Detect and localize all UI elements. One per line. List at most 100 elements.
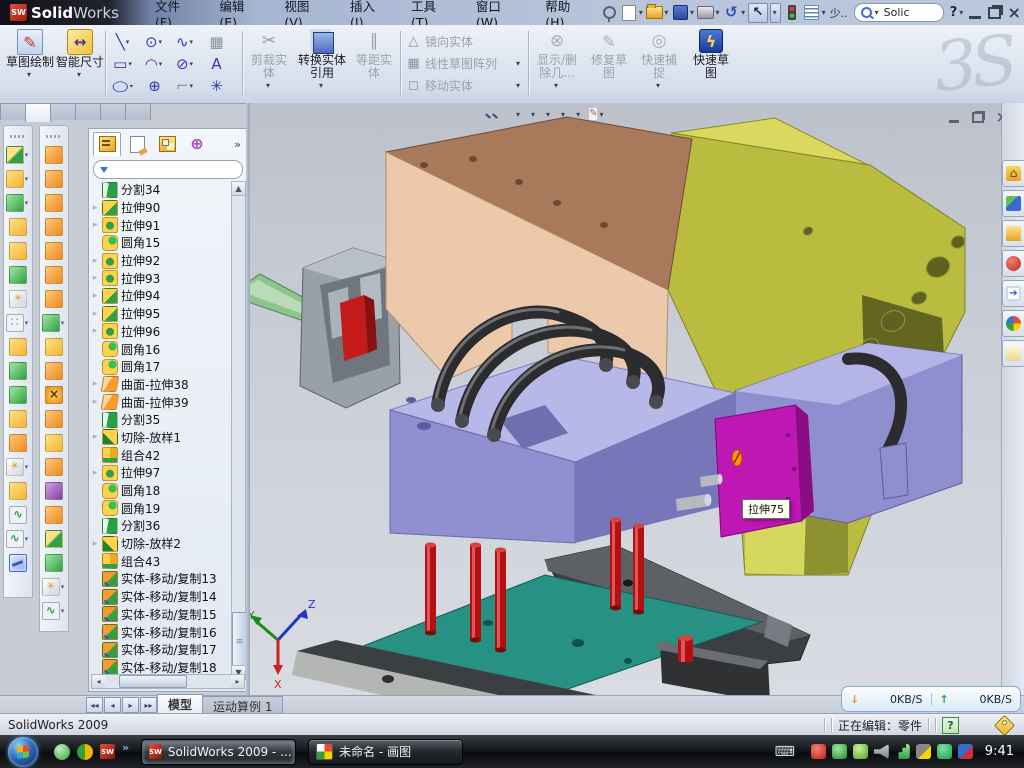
view-tool-button[interactable]: ▾ bbox=[574, 110, 582, 119]
rapid-sketch-button[interactable]: 快速草图 bbox=[688, 29, 734, 80]
feature-tree-item[interactable]: 拉伸91 bbox=[91, 216, 231, 234]
tray-icon[interactable] bbox=[853, 744, 868, 759]
tray-icon[interactable] bbox=[874, 744, 889, 759]
expand-arrow-icon[interactable] bbox=[91, 432, 99, 442]
ribbon-tab[interactable] bbox=[50, 103, 76, 120]
feature-tree-item[interactable]: 拉伸90 bbox=[91, 199, 231, 217]
quick-snaps-button[interactable]: 快速捕捉▾ bbox=[636, 29, 682, 90]
task-pane-tab[interactable] bbox=[1002, 250, 1024, 277]
options-list-icon[interactable] bbox=[803, 4, 821, 22]
convert-entities-button[interactable]: 转换实体引用▾ bbox=[296, 29, 348, 90]
messenger-icon[interactable] bbox=[54, 744, 70, 760]
task-pane-tab[interactable] bbox=[1002, 220, 1024, 247]
mold-toolbar-button[interactable] bbox=[45, 337, 63, 356]
feature-toolbar-button[interactable] bbox=[9, 553, 27, 572]
print-icon[interactable] bbox=[697, 4, 715, 22]
text-tool[interactable]: A bbox=[201, 53, 232, 75]
mold-toolbar-button[interactable] bbox=[45, 481, 63, 500]
ellipse-tool[interactable]: ⊘▾ bbox=[170, 53, 201, 75]
input-method-icon[interactable]: ⌨ bbox=[775, 744, 795, 760]
expand-arrow-icon[interactable] bbox=[91, 256, 99, 266]
feature-toolbar-button[interactable] bbox=[9, 409, 27, 428]
tree-horizontal-scrollbar[interactable]: ◂ ▸ bbox=[91, 674, 245, 689]
view-tool-button[interactable]: ▾ bbox=[544, 110, 552, 119]
tab-configuration-manager[interactable] bbox=[153, 132, 181, 156]
feature-tree-item[interactable]: 圆角16 bbox=[91, 340, 231, 358]
taskbar-window-solidworks[interactable]: SW SolidWorks 2009 - ... bbox=[141, 739, 296, 765]
mirror-entities-button[interactable]: △镜向实体 bbox=[406, 31, 522, 51]
scroll-left-arrow[interactable]: ◂ bbox=[92, 675, 105, 688]
ribbon-tab[interactable] bbox=[100, 103, 126, 120]
doc-restore-button[interactable] bbox=[970, 111, 986, 124]
task-pane-tab[interactable] bbox=[1002, 190, 1024, 217]
ribbon-tab[interactable] bbox=[125, 103, 151, 120]
mold-toolbar-button[interactable] bbox=[45, 385, 63, 404]
feature-toolbar-button[interactable] bbox=[9, 385, 27, 404]
feature-toolbar-button[interactable]: ▾ bbox=[6, 457, 31, 476]
feature-tree-item[interactable]: 圆角17 bbox=[91, 358, 231, 376]
network-monitor-widget[interactable]: ↓0KB/S ↑0KB/S bbox=[841, 686, 1021, 712]
mold-toolbar-button[interactable] bbox=[45, 265, 63, 284]
feature-tree-item[interactable]: 拉伸97 bbox=[91, 464, 231, 482]
feature-tree-item[interactable]: 拉伸96 bbox=[91, 323, 231, 341]
feature-toolbar-button[interactable] bbox=[9, 289, 27, 308]
expand-arrow-icon[interactable] bbox=[91, 273, 99, 283]
mold-toolbar-button[interactable] bbox=[45, 409, 63, 428]
move-entities-button[interactable]: ◻移动实体▾ bbox=[406, 75, 522, 95]
feature-tree-item[interactable]: 实体-移动/复制16 bbox=[91, 623, 231, 641]
next-tab-button[interactable]: ▸ bbox=[122, 697, 139, 713]
ribbon-tab[interactable] bbox=[0, 103, 26, 120]
solidworks-quick-launch-icon[interactable]: SW bbox=[100, 744, 115, 759]
tab-property-manager[interactable] bbox=[123, 132, 151, 156]
tree-vertical-scrollbar[interactable]: ▲ ▼ bbox=[231, 181, 246, 680]
taskbar-window-paint[interactable]: 未命名 - 画图 bbox=[308, 739, 463, 765]
circle-tool[interactable]: ⊙▾ bbox=[139, 31, 170, 53]
expand-arrow-icon[interactable] bbox=[91, 539, 99, 549]
start-button[interactable] bbox=[8, 737, 38, 767]
fillet-sketch-tool[interactable]: ⌐▾ bbox=[170, 75, 201, 97]
expand-arrow-icon[interactable] bbox=[91, 397, 99, 407]
rectangle-tool[interactable]: ▭▾ bbox=[108, 53, 139, 75]
open-icon[interactable] bbox=[646, 4, 664, 22]
spline-tool[interactable]: ∿▾ bbox=[170, 31, 201, 53]
mold-toolbar-button[interactable] bbox=[45, 457, 63, 476]
tray-icon[interactable] bbox=[811, 744, 826, 759]
feature-toolbar-button[interactable]: ▾ bbox=[6, 145, 31, 164]
mold-toolbar-button[interactable] bbox=[45, 145, 63, 164]
line-tool[interactable]: ╲▾ bbox=[108, 31, 139, 53]
feature-toolbar-button[interactable] bbox=[9, 241, 27, 260]
feature-tree-item[interactable]: 切除-放样1 bbox=[91, 429, 231, 447]
undo-icon[interactable]: ↺ bbox=[723, 4, 741, 22]
search-input[interactable]: ▾Solic bbox=[854, 3, 944, 22]
feature-tree-item[interactable]: 实体-移动/复制17 bbox=[91, 641, 231, 659]
sketch-button[interactable]: 草图绘制▾ bbox=[6, 29, 54, 79]
expand-arrow-icon[interactable] bbox=[91, 326, 99, 336]
feature-toolbar-button[interactable] bbox=[9, 505, 27, 524]
expand-arrow-icon[interactable] bbox=[91, 220, 99, 230]
repair-sketch-button[interactable]: 修复草图 bbox=[586, 29, 632, 80]
help-button[interactable]: ? bbox=[948, 5, 960, 20]
tab-feature-manager[interactable] bbox=[93, 132, 121, 156]
feature-tree-item[interactable]: 圆角18 bbox=[91, 482, 231, 500]
mold-toolbar-button[interactable] bbox=[45, 361, 63, 380]
feature-tree-item[interactable]: 曲面-拉伸39 bbox=[91, 393, 231, 411]
panel-overflow-chevron[interactable]: » bbox=[234, 138, 245, 151]
offset-entities-button[interactable]: 等距实体 bbox=[352, 29, 396, 80]
tree-filter-input[interactable] bbox=[93, 160, 243, 179]
feature-tree-item[interactable]: 拉伸94 bbox=[91, 287, 231, 305]
mold-toolbar-button[interactable]: ▾ bbox=[42, 577, 67, 596]
app-minimize-button[interactable] bbox=[966, 4, 984, 22]
feature-tree-item[interactable]: 实体-移动/复制15 bbox=[91, 606, 231, 624]
trim-entities-button[interactable]: 剪裁实体▾ bbox=[246, 29, 292, 90]
tray-icon[interactable] bbox=[916, 744, 931, 759]
feature-toolbar-button[interactable] bbox=[9, 337, 27, 356]
mold-toolbar-button[interactable] bbox=[45, 217, 63, 236]
mold-toolbar-button[interactable] bbox=[45, 529, 63, 548]
feature-tree-item[interactable]: 拉伸93 bbox=[91, 269, 231, 287]
rebuild-traffic-light-icon[interactable] bbox=[783, 4, 801, 22]
tab-motion-study[interactable]: 运动算例 1 bbox=[202, 696, 283, 714]
feature-tree-item[interactable]: 实体-移动/复制13 bbox=[91, 570, 231, 588]
task-pane-tab[interactable] bbox=[1002, 280, 1024, 307]
mold-toolbar-button[interactable] bbox=[45, 433, 63, 452]
graphics-viewport[interactable]: Y Z X ▾▾▾▾▾▾ × 拉伸75 bbox=[248, 103, 1002, 695]
